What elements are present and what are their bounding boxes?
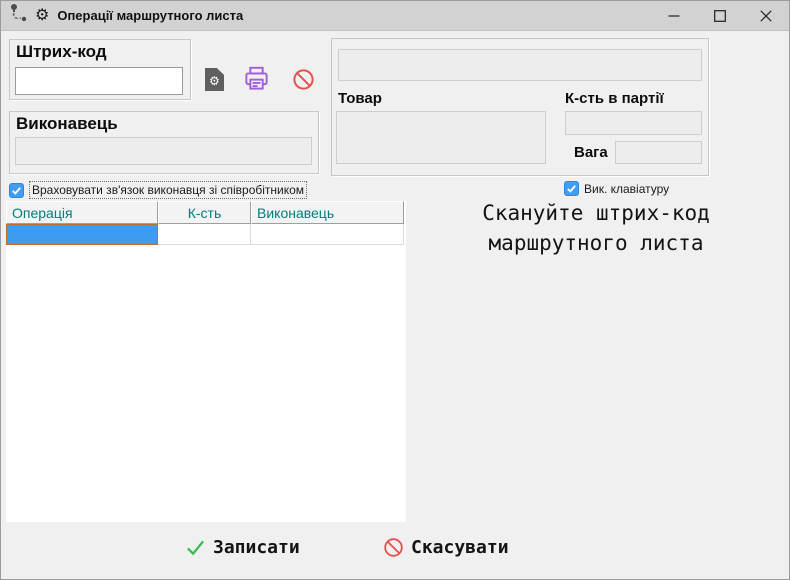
scan-hint-line2: маршрутного листа — [488, 231, 704, 255]
grid-header-executor[interactable]: Виконавець — [251, 201, 404, 224]
grid-header-operation[interactable]: Операція — [6, 201, 158, 224]
grid-header: Операція К-сть Виконавець — [6, 201, 406, 224]
titlebar: ⚙ Операції маршрутного листа — [1, 1, 789, 31]
use-keyboard-checkbox[interactable]: Вик. клавіатуру — [564, 181, 669, 196]
route-icon — [8, 2, 30, 29]
product-label: Товар — [338, 90, 382, 107]
scanned-route-field — [338, 49, 702, 81]
close-button[interactable] — [743, 1, 789, 31]
cancel-barcode-ban-icon[interactable] — [292, 68, 315, 96]
gear-icon: ⚙ — [35, 6, 50, 24]
save-button[interactable]: Записати — [185, 537, 300, 558]
checkbox-checked-icon — [9, 182, 24, 198]
executor-group-label: Виконавець — [16, 114, 118, 133]
cancel-button[interactable]: Скасувати — [383, 537, 509, 558]
details-group: Товар К-сть в партії Вага — [331, 38, 709, 176]
batch-qty-label: К-сть в партії — [565, 90, 664, 107]
barcode-group: Штрих-код — [9, 39, 191, 100]
scan-hint-line1: Скануйте штрих-код — [482, 201, 710, 225]
operations-grid[interactable]: Операція К-сть Виконавець — [6, 201, 406, 522]
executor-field — [15, 137, 312, 165]
grid-cell-qty[interactable] — [158, 224, 251, 245]
minimize-button[interactable] — [651, 1, 697, 31]
checkbox-checked-icon — [564, 181, 579, 196]
use-keyboard-label: Вик. клавіатуру — [584, 181, 670, 196]
product-field — [336, 111, 546, 164]
grid-cell-executor[interactable] — [251, 224, 404, 245]
grid-header-qty[interactable]: К-сть — [158, 201, 251, 224]
scan-hint: Скануйте штрих-код маршрутного листа — [409, 198, 783, 258]
close-icon — [760, 10, 772, 22]
batch-qty-field — [565, 111, 702, 135]
window-controls — [651, 1, 789, 31]
maximize-button[interactable] — [697, 1, 743, 31]
link-executor-checkbox[interactable]: Враховувати зв'язок виконавця зі співроб… — [9, 181, 308, 199]
barcode-input[interactable] — [15, 67, 183, 95]
table-row[interactable] — [6, 224, 406, 245]
executor-group: Виконавець — [9, 111, 319, 174]
titlebar-icons: ⚙ — [8, 2, 49, 29]
ban-icon — [384, 538, 403, 557]
document-gear-icon[interactable]: ⚙ — [205, 68, 224, 91]
weight-field — [615, 141, 702, 164]
grid-cell-operation-selected[interactable] — [6, 224, 158, 245]
save-button-label: Записати — [213, 537, 300, 558]
link-executor-label: Враховувати зв'язок виконавця зі співроб… — [29, 181, 308, 199]
app-window: ⚙ Операції маршрутного листа Штрих-код ⚙… — [0, 0, 790, 580]
cancel-button-label: Скасувати — [411, 537, 509, 558]
minimize-icon — [668, 15, 680, 17]
maximize-icon — [714, 10, 726, 22]
window-title: Операції маршрутного листа — [57, 8, 244, 23]
barcode-group-label: Штрих-код — [16, 42, 107, 61]
weight-label: Вага — [574, 144, 608, 161]
check-icon — [187, 540, 205, 556]
print-icon[interactable] — [243, 65, 270, 97]
